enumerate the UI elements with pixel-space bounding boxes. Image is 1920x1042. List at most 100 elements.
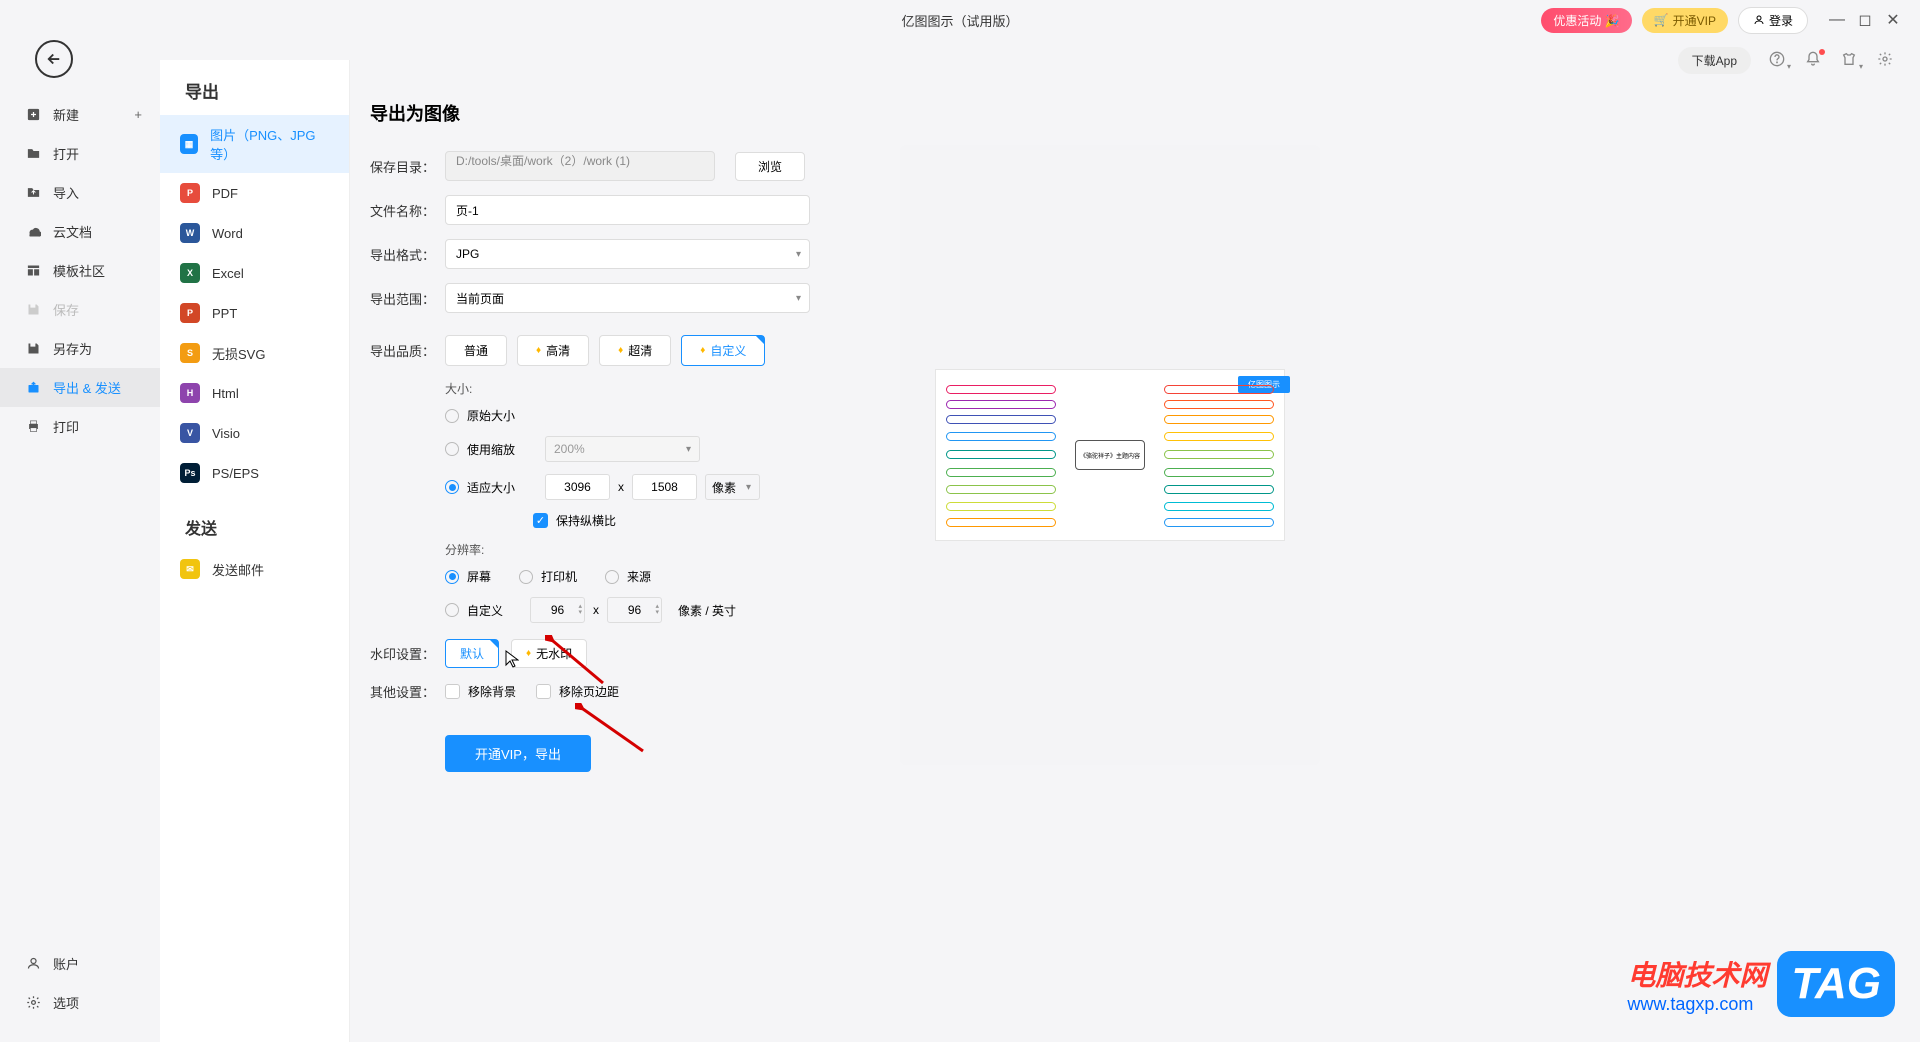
range-label: 导出范围： (370, 289, 445, 308)
nav-options[interactable]: 选项 (0, 983, 160, 1022)
nav-templates[interactable]: 模板社区 (0, 251, 160, 290)
ps-icon: Ps (180, 463, 200, 483)
gear-icon[interactable] (1877, 51, 1895, 69)
res-x-input[interactable]: 96▴▾ (530, 597, 585, 623)
format-label: PDF (212, 186, 238, 201)
format-ps[interactable]: Ps PS/EPS (160, 453, 349, 493)
export-button[interactable]: 开通VIP，导出 (445, 735, 591, 772)
nav-account[interactable]: 账户 (0, 944, 160, 983)
watermark-label: 水印设置： (370, 644, 445, 663)
import-icon (25, 185, 41, 201)
image-icon: ▦ (180, 134, 198, 154)
size-original-label: 原始大小 (467, 407, 515, 424)
filename-label: 文件名称： (370, 201, 445, 220)
format-excel[interactable]: X Excel (160, 253, 349, 293)
watermark-line1: 电脑技术网 (1627, 954, 1767, 994)
send-email[interactable]: ✉ 发送邮件 (160, 549, 349, 589)
format-label: PPT (212, 306, 237, 321)
chevron-down-icon: ▾ (796, 293, 801, 304)
remove-margin-label: 移除页边距 (559, 683, 619, 700)
format-label: Visio (212, 426, 240, 441)
width-input[interactable] (545, 474, 610, 500)
remove-margin-checkbox[interactable] (536, 684, 551, 699)
format-pdf[interactable]: P PDF (160, 173, 349, 213)
nav-label: 另存为 (53, 339, 92, 358)
format-label: Word (212, 226, 243, 241)
wm-none[interactable]: ♦无水印 (511, 639, 587, 668)
minimize-icon[interactable]: — (1830, 13, 1844, 27)
format-visio[interactable]: V Visio (160, 413, 349, 453)
nav-label: 打印 (53, 417, 79, 436)
format-html[interactable]: H Html (160, 373, 349, 413)
radio-printer[interactable] (519, 570, 533, 584)
remove-bg-checkbox[interactable] (445, 684, 460, 699)
shirt-icon[interactable]: ▾ (1841, 51, 1859, 69)
keep-ratio-checkbox[interactable]: ✓ (533, 513, 548, 528)
help-icon[interactable]: ▾ (1769, 51, 1787, 69)
nav-import[interactable]: 导入 (0, 173, 160, 212)
app-title: 亿图图示（试用版） (901, 11, 1018, 30)
nav-label: 云文档 (53, 222, 92, 241)
promo-badge[interactable]: 优惠活动 🎉 (1541, 8, 1631, 33)
maximize-icon[interactable]: ◻ (1858, 13, 1872, 27)
browse-button[interactable]: 浏览 (735, 152, 805, 181)
nav-save-as[interactable]: 另存为 (0, 329, 160, 368)
format-label: Html (212, 386, 239, 401)
visio-icon: V (180, 423, 200, 443)
format-select[interactable]: JPG▾ (445, 239, 810, 269)
res-source-label: 来源 (627, 568, 651, 585)
quality-hd[interactable]: ♦高清 (517, 335, 589, 366)
bell-icon[interactable] (1805, 51, 1823, 69)
nav-export-send[interactable]: 导出 & 发送 (0, 368, 160, 407)
format-svg[interactable]: S 无损SVG (160, 333, 349, 373)
watermark-line2: www.tagxp.com (1627, 994, 1767, 1015)
login-button[interactable]: 登录 (1738, 7, 1808, 34)
diamond-icon: ♦ (526, 648, 531, 659)
quality-normal[interactable]: 普通 (445, 335, 507, 366)
preview-image: 亿图图示 《骆驼祥子》主题内容 (935, 369, 1285, 541)
watermark-overlay: 电脑技术网 www.tagxp.com TAG (1627, 951, 1895, 1017)
chevron-down-icon: ▾ (686, 444, 691, 455)
diamond-icon: ♦ (536, 345, 541, 356)
keep-ratio-label: 保持纵横比 (556, 512, 616, 529)
multiply-label: x (593, 603, 599, 617)
format-image[interactable]: ▦ 图片（PNG、JPG等） (160, 115, 349, 173)
close-icon[interactable]: ✕ (1886, 13, 1900, 27)
page-title: 导出为图像 (370, 100, 1150, 126)
format-label: 无损SVG (212, 344, 265, 363)
wm-default[interactable]: 默认 (445, 639, 499, 668)
nav-label: 打开 (53, 144, 79, 163)
save-as-icon (25, 341, 41, 357)
send-header: 发送 (160, 493, 349, 549)
quality-custom[interactable]: ♦自定义 (681, 335, 765, 366)
radio-scale[interactable] (445, 442, 459, 456)
format-ppt[interactable]: P PPT (160, 293, 349, 333)
radio-res-custom[interactable] (445, 603, 459, 617)
back-button[interactable] (35, 40, 73, 78)
unit-select[interactable]: 像素▾ (705, 474, 760, 500)
format-label: 图片（PNG、JPG等） (210, 125, 329, 163)
res-y-input[interactable]: 96▴▾ (607, 597, 662, 623)
quality-uhd[interactable]: ♦超清 (599, 335, 671, 366)
vip-badge[interactable]: 🛒 开通VIP (1642, 8, 1728, 33)
radio-screen[interactable] (445, 570, 459, 584)
mail-icon: ✉ (180, 559, 200, 579)
nav-open[interactable]: 打开 (0, 134, 160, 173)
word-icon: W (180, 223, 200, 243)
nav-cloud[interactable]: 云文档 (0, 212, 160, 251)
radio-source[interactable] (605, 570, 619, 584)
pdf-icon: P (180, 183, 200, 203)
nav-print[interactable]: 打印 (0, 407, 160, 446)
filename-input[interactable] (445, 195, 810, 225)
radio-fit[interactable] (445, 480, 459, 494)
nav-new[interactable]: 新建 + (0, 95, 160, 134)
format-word[interactable]: W Word (160, 213, 349, 253)
download-app-button[interactable]: 下载App (1678, 47, 1751, 74)
height-input[interactable] (632, 474, 697, 500)
radio-original[interactable] (445, 409, 459, 423)
range-select[interactable]: 当前页面▾ (445, 283, 810, 313)
plus-icon[interactable]: + (134, 107, 142, 122)
cursor-icon (505, 650, 519, 668)
scale-select[interactable]: 200%▾ (545, 436, 700, 462)
res-unit-label: 像素 / 英寸 (678, 602, 736, 619)
